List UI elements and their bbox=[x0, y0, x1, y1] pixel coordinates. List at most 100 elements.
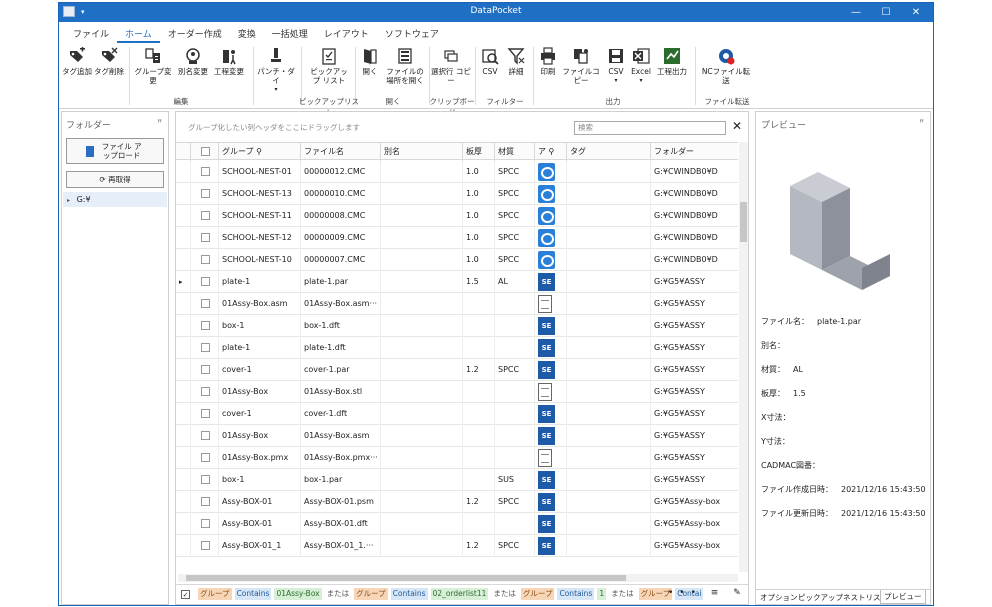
filter-token[interactable]: 01Assy-Box bbox=[274, 588, 322, 600]
tag-add-button[interactable]: タグ追加 bbox=[61, 47, 93, 76]
open-location-button[interactable]: ファイルの 場所を開く bbox=[385, 47, 425, 85]
table-row[interactable]: 01Assy-Box.pmx 01Assy-Box.pmx··· G:¥G5¥ASS… bbox=[176, 447, 738, 469]
maximize-button[interactable]: ☐ bbox=[873, 5, 899, 20]
row-checkbox[interactable] bbox=[201, 255, 210, 264]
filter-expression[interactable]: グループ Contains 01Assy-Box または グループ Contains 02_… bbox=[198, 588, 706, 600]
csv-output-button[interactable]: CSV ▾ bbox=[605, 47, 627, 85]
column-header-material[interactable]: 材質 bbox=[494, 143, 534, 161]
nc-transfer-button[interactable]: NCファイル転送 bbox=[699, 47, 753, 85]
column-header-group[interactable]: グループ ⚲ bbox=[218, 143, 300, 161]
table-row[interactable]: box-1 box-1.dft SE G:¥G5¥ASSY bbox=[176, 315, 738, 337]
row-checkbox[interactable] bbox=[201, 167, 210, 176]
row-checkbox[interactable] bbox=[201, 541, 210, 550]
excel-button[interactable]: Excel ▾ bbox=[629, 47, 653, 85]
filter-detail-button[interactable]: 詳細 bbox=[503, 47, 529, 76]
search-input[interactable]: 検索 bbox=[574, 121, 726, 135]
process-output-button[interactable]: 工程出力 bbox=[655, 47, 689, 76]
close-search-icon[interactable]: ✕ bbox=[732, 119, 742, 133]
column-header-filename[interactable]: ファイル名 bbox=[300, 143, 380, 161]
table-row[interactable]: Assy-BOX-01 Assy-BOX-01.dft SE G:¥G5¥Assy-b… bbox=[176, 513, 738, 535]
table-row[interactable]: SCHOOL-NEST-10 00000007.CMC 1.0 SPCC G:¥CWIN… bbox=[176, 249, 738, 271]
table-row[interactable]: 01Assy-Box 01Assy-Box.asm SE G:¥G5¥ASSY bbox=[176, 425, 738, 447]
table-row[interactable]: box-1 box-1.par SUS SE G:¥G5¥ASSY bbox=[176, 469, 738, 491]
table-row[interactable]: cover-1 cover-1.par 1.2 SPCC SE G:¥G5¥ASSY bbox=[176, 359, 738, 381]
row-checkbox[interactable] bbox=[201, 343, 210, 352]
filter-token[interactable]: または bbox=[491, 588, 518, 600]
csv-filter-button[interactable]: CSV bbox=[477, 47, 503, 76]
tab-order[interactable]: オーダー作成 bbox=[160, 22, 230, 43]
row-checkbox[interactable] bbox=[201, 189, 210, 198]
table-row[interactable]: cover-1 cover-1.dft SE G:¥G5¥ASSY bbox=[176, 403, 738, 425]
file-copy-button[interactable]: ファイルコピー bbox=[559, 47, 603, 85]
tab-file[interactable]: ファイル bbox=[65, 22, 117, 43]
table-row[interactable]: Assy-BOX-01_1 Assy-BOX-01_1.··· 1.2 SPCC SE G… bbox=[176, 535, 738, 557]
filter-token[interactable]: Contains bbox=[390, 588, 428, 600]
picklist-button[interactable]: ピックアップ リスト bbox=[307, 47, 351, 85]
pin-icon[interactable]: ꟸ bbox=[157, 118, 162, 127]
filter-token[interactable]: Contains bbox=[234, 588, 272, 600]
tab-home[interactable]: ホーム bbox=[117, 22, 160, 43]
horizontal-scrollbar[interactable] bbox=[178, 574, 738, 582]
expand-icon[interactable]: ▸ bbox=[67, 197, 70, 204]
filter-token[interactable]: 1 bbox=[597, 588, 607, 600]
table-row[interactable]: SCHOOL-NEST-01 00000012.CMC 1.0 SPCC G:¥CWIN… bbox=[176, 161, 738, 183]
tab-option[interactable]: オプション bbox=[760, 592, 798, 603]
table-row[interactable]: SCHOOL-NEST-12 00000009.CMC 1.0 SPCC G:¥CWIN… bbox=[176, 227, 738, 249]
pin-icon[interactable]: ꟸ bbox=[919, 118, 924, 127]
table-row[interactable]: 01Assy-Box.asm 01Assy-Box.asm··· G:¥G5¥ASS… bbox=[176, 293, 738, 315]
column-header-tag[interactable]: タグ bbox=[566, 143, 650, 161]
table-row[interactable]: SCHOOL-NEST-11 00000008.CMC 1.0 SPCC G:¥CWIN… bbox=[176, 205, 738, 227]
filter-token[interactable]: または bbox=[609, 588, 636, 600]
tag-delete-button[interactable]: タグ削除 bbox=[93, 47, 125, 76]
select-all-header[interactable] bbox=[190, 143, 218, 161]
column-filter-icon[interactable]: ⚲ bbox=[256, 147, 262, 156]
row-checkbox[interactable] bbox=[201, 497, 210, 506]
table-row[interactable]: ▸ plate-1 plate-1.par 1.5 AL SE G:¥G5¥ASSY bbox=[176, 271, 738, 293]
punch-die-button[interactable]: パンチ・ダイ ▾ bbox=[255, 47, 297, 94]
tab-software[interactable]: ソフトウェア bbox=[377, 22, 447, 43]
row-checkbox[interactable] bbox=[201, 475, 210, 484]
filter-enable-checkbox[interactable]: ✓ bbox=[181, 590, 190, 599]
column-header-thickness[interactable]: 板厚 bbox=[462, 143, 494, 161]
filter-token[interactable]: または bbox=[325, 588, 352, 600]
tab-layout[interactable]: レイアウト bbox=[316, 22, 377, 43]
group-panel[interactable]: グループ化したい列ヘッダをここにドラッグします 検索 ✕ bbox=[176, 112, 748, 140]
tab-convert[interactable]: 変換 bbox=[230, 22, 264, 43]
tab-picklist-nest[interactable]: ピックアップネストリスト bbox=[798, 592, 888, 603]
row-checkbox[interactable] bbox=[201, 519, 210, 528]
row-checkbox[interactable] bbox=[201, 431, 210, 440]
column-header-app[interactable]: ア ⚲ bbox=[534, 143, 566, 161]
file-upload-button[interactable]: ファイル アップロード bbox=[66, 138, 164, 164]
alias-change-button[interactable]: 別名変更 bbox=[175, 47, 211, 76]
table-row[interactable]: Assy-BOX-01 Assy-BOX-01.psm 1.2 SPCC SE G:¥G5… bbox=[176, 491, 738, 513]
row-checkbox[interactable] bbox=[201, 409, 210, 418]
close-button[interactable]: ✕ bbox=[903, 5, 929, 20]
scroll-thumb[interactable] bbox=[186, 575, 626, 581]
row-checkbox[interactable] bbox=[201, 365, 210, 374]
minimize-button[interactable]: — bbox=[843, 5, 869, 20]
reget-button[interactable]: ⟳ 再取得 bbox=[66, 171, 164, 188]
row-checkbox[interactable] bbox=[201, 211, 210, 220]
vertical-scrollbar[interactable] bbox=[739, 142, 748, 572]
row-checkbox[interactable] bbox=[201, 453, 210, 462]
row-checkbox[interactable] bbox=[201, 321, 210, 330]
folder-tree-item[interactable]: ▸ G:¥ bbox=[63, 192, 167, 207]
row-checkbox[interactable] bbox=[201, 277, 210, 286]
copy-rows-button[interactable]: 選択行 コピー bbox=[431, 47, 471, 85]
row-checkbox[interactable] bbox=[201, 233, 210, 242]
table-row[interactable]: SCHOOL-NEST-13 00000010.CMC 1.0 SPCC G:¥CWIN… bbox=[176, 183, 738, 205]
filter-token[interactable]: グループ bbox=[354, 588, 388, 600]
tab-batch[interactable]: 一括処理 bbox=[264, 22, 316, 43]
select-all-checkbox[interactable] bbox=[201, 147, 210, 156]
scroll-thumb[interactable] bbox=[740, 202, 747, 242]
group-change-button[interactable]: グループ変更 bbox=[131, 47, 175, 85]
table-row[interactable]: plate-1 plate-1.dft SE G:¥G5¥ASSY bbox=[176, 337, 738, 359]
row-checkbox[interactable] bbox=[201, 299, 210, 308]
table-row[interactable]: 01Assy-Box 01Assy-Box.stl G:¥G5¥ASSY bbox=[176, 381, 738, 403]
filter-token[interactable]: グループ bbox=[520, 588, 555, 600]
row-checkbox[interactable] bbox=[201, 387, 210, 396]
column-filter-icon[interactable]: ⚲ bbox=[549, 147, 555, 156]
print-button[interactable]: 印刷 bbox=[535, 47, 561, 76]
column-header-alias[interactable]: 別名 bbox=[380, 143, 462, 161]
filter-token[interactable]: グループ bbox=[198, 588, 232, 600]
